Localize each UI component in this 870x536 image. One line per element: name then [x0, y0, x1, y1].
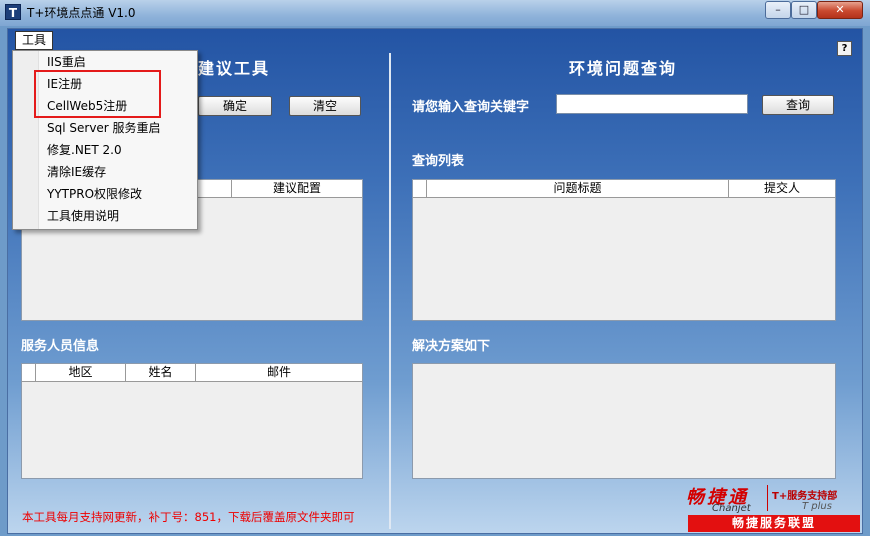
grid-column-name[interactable]: 姓名 [126, 364, 196, 381]
close-button[interactable]: ✕ [817, 1, 863, 19]
title-bar: T T+环境点点通 V1.0 – □ ✕ [0, 0, 870, 26]
grid-row-header-col [22, 364, 36, 381]
maximize-button[interactable]: □ [791, 1, 817, 19]
chanjet-logo: 畅捷通 Chanjet T+服务支持部 T plus 畅捷服务联盟 [686, 481, 862, 533]
menu-item-repair-dotnet[interactable]: 修复.NET 2.0 [47, 140, 122, 160]
window-title: T+环境点点通 V1.0 [27, 6, 136, 20]
footer-note: 本工具每月支持网更新，补丁号：851，下载后覆盖原文件夹即可 [22, 510, 355, 524]
confirm-button[interactable]: 确定 [198, 96, 272, 116]
search-input[interactable] [556, 94, 748, 114]
menu-tools[interactable]: 工具 [15, 31, 53, 50]
solution-label: 解决方案如下 [412, 339, 491, 354]
minimize-button[interactable]: – [765, 1, 791, 19]
app-icon: T [5, 4, 21, 20]
logo-tplus-text: T+服务支持部 [772, 491, 838, 502]
grid-column-config[interactable]: 建议配置 [232, 180, 362, 197]
grid-row-header-col [413, 180, 427, 197]
query-list-label: 查询列表 [412, 154, 465, 169]
logo-tplus-en-text: T plus [802, 501, 832, 512]
staff-grid-header: 地区 姓名 邮件 [22, 364, 362, 382]
clear-button[interactable]: 清空 [289, 96, 361, 116]
menu-item-tool-help[interactable]: 工具使用说明 [47, 206, 119, 226]
search-label: 请您输入查询关键字 [412, 100, 530, 115]
logo-union-banner: 畅捷服务联盟 [688, 515, 860, 532]
search-button[interactable]: 查询 [762, 95, 834, 115]
menu-bar: 工具 [8, 29, 862, 51]
grid-column-region[interactable]: 地区 [36, 364, 126, 381]
menu-item-yytpro-permission[interactable]: YYTPRO权限修改 [47, 184, 142, 204]
query-list-header: 问题标题 提交人 [413, 180, 835, 198]
logo-en-text: Chanjet [712, 503, 751, 514]
help-icon[interactable]: ? [837, 41, 852, 56]
logo-separator [767, 485, 768, 511]
grid-column-title[interactable]: 问题标题 [427, 180, 729, 197]
query-list-grid[interactable]: 问题标题 提交人 [412, 179, 836, 321]
right-panel-title: 环境问题查询 [569, 59, 678, 78]
panel-divider [389, 53, 391, 529]
grid-column-submitter[interactable]: 提交人 [729, 180, 835, 197]
menu-item-sqlserver-restart[interactable]: Sql Server 服务重启 [47, 118, 161, 138]
solution-textarea[interactable] [412, 363, 836, 479]
staff-info-label: 服务人员信息 [21, 339, 100, 354]
highlight-box [34, 70, 161, 118]
grid-column-email[interactable]: 邮件 [196, 364, 362, 381]
menu-item-iis-restart[interactable]: IIS重启 [47, 52, 86, 72]
left-panel-title: 建议工具 [198, 59, 271, 78]
menu-item-clear-ie-cache[interactable]: 清除IE缓存 [47, 162, 106, 182]
staff-grid[interactable]: 地区 姓名 邮件 [21, 363, 363, 479]
